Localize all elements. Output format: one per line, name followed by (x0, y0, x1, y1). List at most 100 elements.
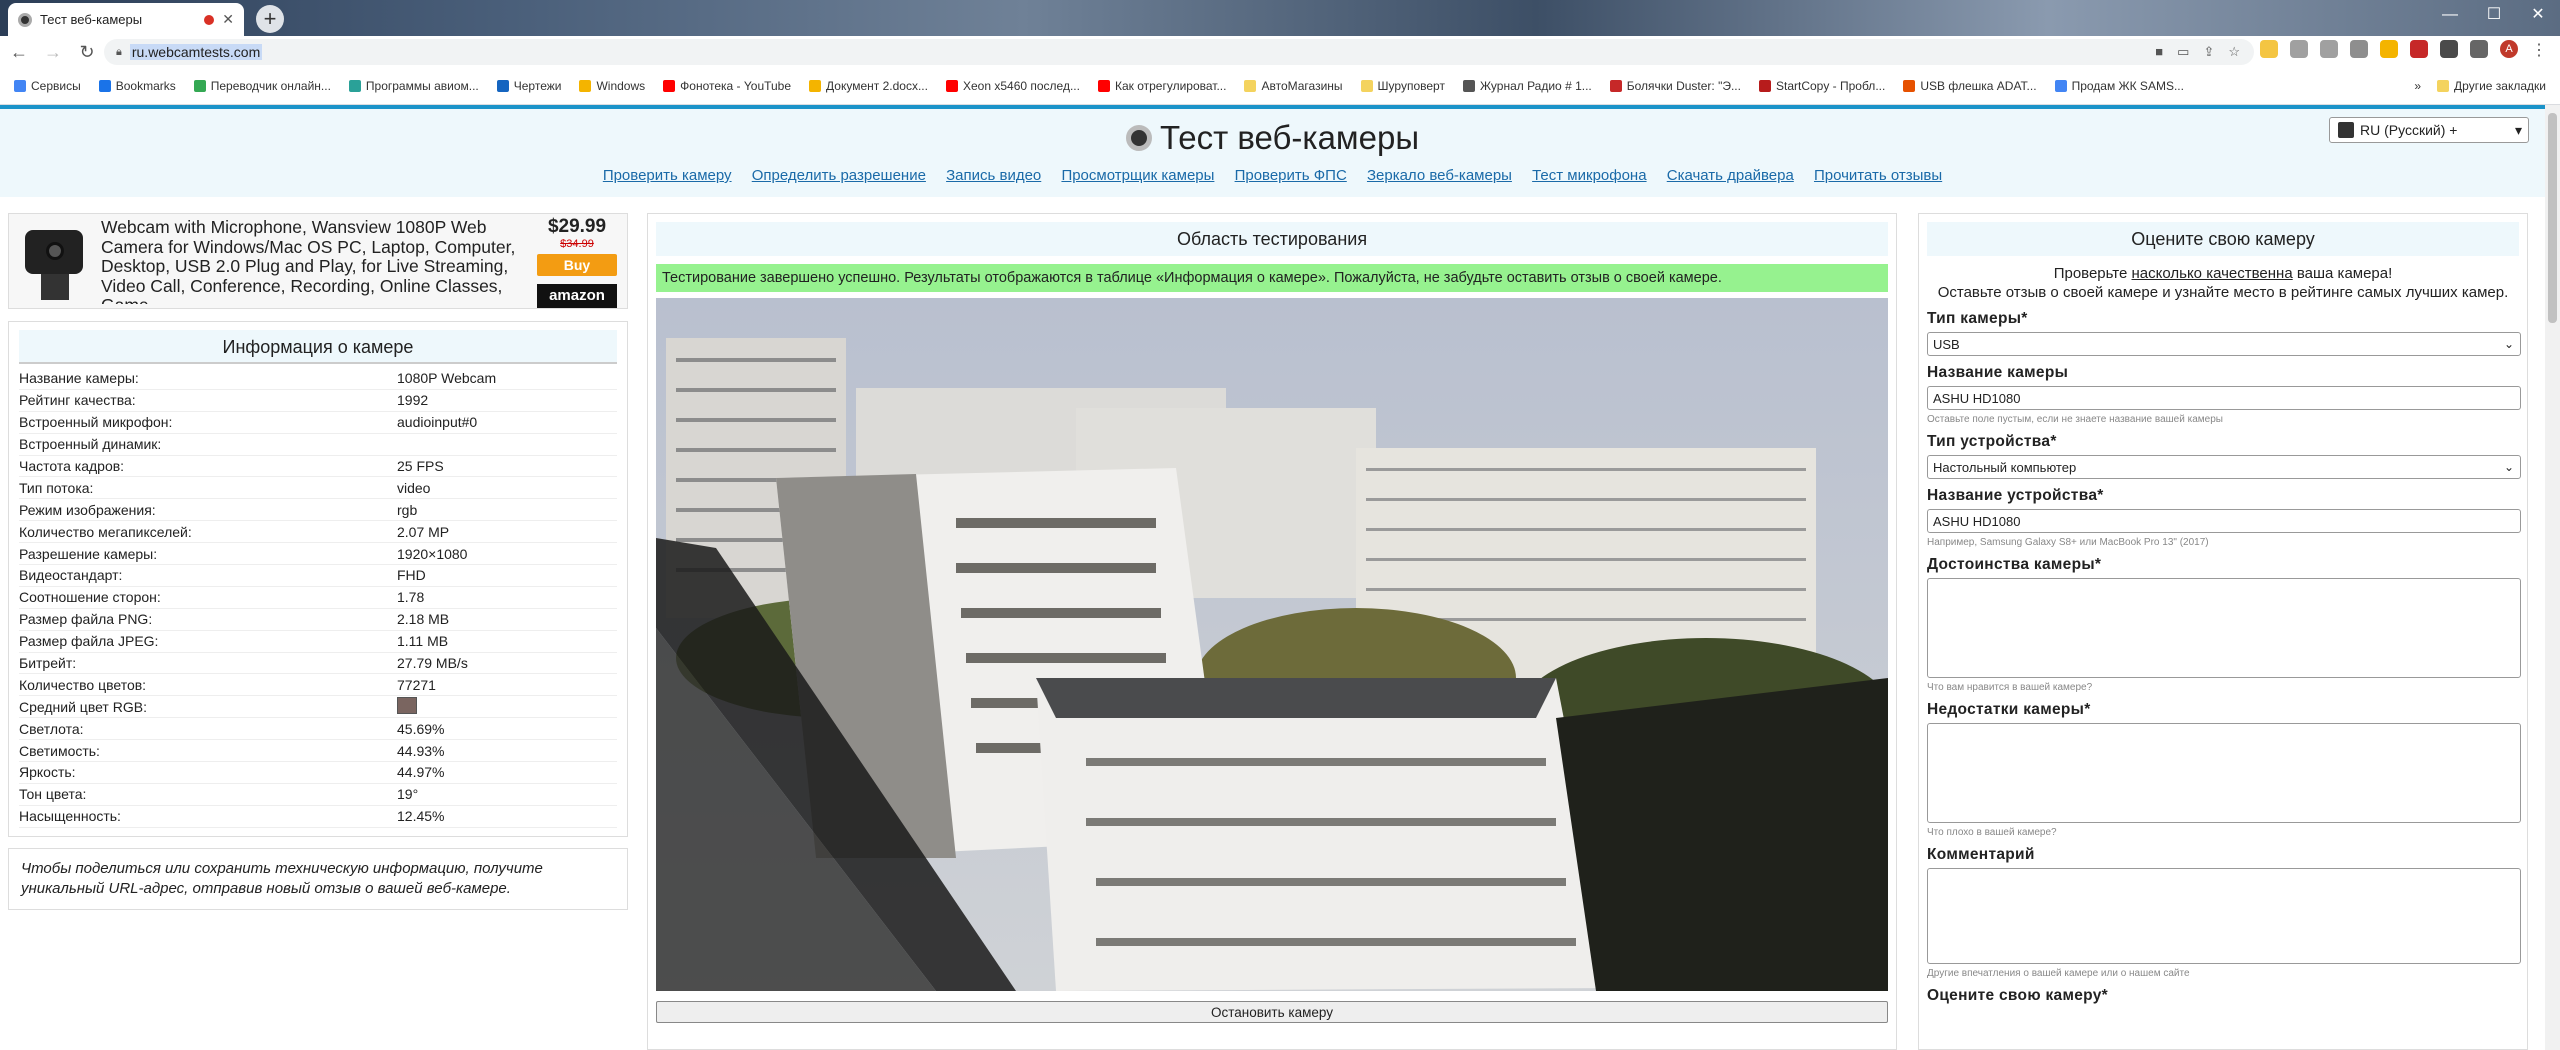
bookmark-item[interactable]: Bookmarks (98, 79, 176, 93)
youtube-icon (663, 80, 676, 92)
device-name-label: Название устройства* (1927, 487, 2104, 504)
bookmark-item[interactable]: Windows (579, 79, 645, 93)
nav-mic-test[interactable]: Тест микрофона (1532, 167, 1646, 184)
stop-camera-button[interactable]: Остановить камеру (656, 1001, 1888, 1023)
nav-webcam-mirror[interactable]: Зеркало веб-камеры (1367, 167, 1512, 184)
camera-info-row: Насыщенность: 12.45% (19, 806, 617, 828)
camera-info-value: 77271 (397, 676, 436, 693)
comment-textarea[interactable] (1927, 868, 2521, 964)
bookmark-item[interactable]: Болячки Duster: "Э... (1609, 79, 1741, 93)
minimize-icon[interactable]: — (2428, 0, 2472, 30)
folder-icon (2437, 80, 2450, 92)
extension-icon-7[interactable] (2440, 40, 2458, 58)
folder-icon (1360, 80, 1373, 92)
other-bookmarks-folder[interactable]: Другие закладки (2437, 79, 2546, 93)
bookmark-item[interactable]: StartCopy - Пробл... (1758, 79, 1885, 93)
folder-icon (1244, 80, 1257, 92)
ad-buy-button[interactable]: Buy (537, 254, 617, 276)
nav-download-drivers[interactable]: Скачать драйвера (1667, 167, 1794, 184)
close-window-icon[interactable]: ✕ (2516, 0, 2560, 30)
camera-info-key: Количество цветов: (19, 676, 147, 693)
nav-detect-resolution[interactable]: Определить разрешение (752, 167, 926, 184)
bookmarks-overflow-button[interactable]: » (2414, 79, 2421, 93)
bookmark-item[interactable]: Фонотека - YouTube (663, 79, 791, 93)
webcam-frame-image (656, 298, 1888, 991)
camera-info-key: Размер файла JPEG: (19, 633, 159, 650)
chevron-down-icon: ⌄ (2503, 460, 2514, 474)
cons-hint: Что плохо в вашей камере? (1927, 827, 2057, 838)
bookmark-item[interactable]: Xeon x5460 послед... (945, 79, 1080, 93)
nav-read-reviews[interactable]: Прочитать отзывы (1814, 167, 1942, 184)
extension-icon-2[interactable] (2290, 40, 2308, 58)
pros-textarea[interactable] (1927, 578, 2521, 678)
camera-info-row: Рейтинг качества: 1992 (19, 390, 617, 412)
nav-record-video[interactable]: Запись видео (946, 167, 1041, 184)
device-name-input[interactable]: ASHU HD1080 (1927, 509, 2521, 533)
bookmark-item[interactable]: Продам ЖК SAMS... (2054, 79, 2184, 93)
bookmark-item[interactable]: АвтоМагазины (1244, 79, 1343, 93)
nav-camera-viewer[interactable]: Просмотрщик камеры (1061, 167, 1214, 184)
camera-type-value: USB (1933, 336, 1960, 352)
camera-info-key: Яркость: (19, 764, 76, 781)
url-text[interactable]: ru.webcamtests.com (129, 44, 263, 60)
camera-info-row: Режим изображения: rgb (19, 499, 617, 522)
reload-icon[interactable]: ↻ (76, 42, 98, 63)
bookmark-item[interactable]: USB флешка ADAT... (1903, 79, 2037, 93)
camera-name-hint: Оставьте поле пустым, если не знаете наз… (1927, 414, 2223, 425)
maximize-icon[interactable]: ☐ (2472, 0, 2516, 30)
bookmark-item[interactable]: Как отрегулироват... (1097, 79, 1226, 93)
camera-info-key: Частота кадров: (19, 458, 125, 474)
bookmark-item[interactable]: Чертежи (496, 79, 561, 93)
nav-check-fps[interactable]: Проверить ФПС (1235, 167, 1347, 184)
address-bar[interactable]: 🔒︎ ru.webcamtests.com ■ ▭ ⇪ ☆ (104, 39, 2254, 65)
amazon-logo[interactable]: amazon (537, 284, 617, 308)
extension-icon-3[interactable] (2320, 40, 2338, 58)
ad-banner[interactable]: Webcam with Microphone, Wansview 1080P W… (8, 213, 628, 309)
extension-icon-5[interactable] (2380, 40, 2398, 58)
bookmarks-right: » Другие закладки (2414, 79, 2546, 93)
share-icon[interactable]: ⇪ (2203, 44, 2214, 60)
review-intro: Проверьте насколько качественна ваша кам… (1927, 264, 2519, 302)
camera-info-value: FHD (397, 567, 426, 584)
extensions-puzzle-icon[interactable] (2470, 40, 2488, 58)
bookmark-star-icon[interactable]: ☆ (2228, 44, 2240, 60)
browser-menu-icon[interactable]: ⋮ (2530, 40, 2548, 59)
bookmark-item[interactable]: Шуруповерт (1360, 79, 1445, 93)
camera-type-select[interactable]: USB ⌄ (1927, 332, 2521, 356)
ad-price: $29.99 (547, 216, 607, 237)
bookmark-item[interactable]: Документ 2.docx... (809, 79, 928, 93)
bookmark-item[interactable]: Сервисы (14, 79, 81, 93)
device-type-select[interactable]: Настольный компьютер ⌄ (1927, 455, 2521, 479)
quality-link[interactable]: насколько качественна (2132, 265, 2293, 282)
new-tab-button[interactable]: + (256, 5, 284, 33)
camera-info-row: Яркость: 44.97% (19, 762, 617, 784)
forward-icon[interactable]: → (42, 42, 64, 63)
scrollbar-thumb[interactable] (2548, 113, 2557, 323)
camera-info-value: 45.69% (397, 720, 445, 737)
profile-avatar[interactable]: A (2500, 40, 2518, 58)
page-scrollbar[interactable] (2545, 105, 2560, 1050)
cons-textarea[interactable] (1927, 723, 2521, 823)
camera-name-input[interactable]: ASHU HD1080 (1927, 386, 2521, 410)
ad-text[interactable]: Webcam with Microphone, Wansview 1080P W… (101, 214, 526, 304)
nav-check-camera[interactable]: Проверить камеру (603, 167, 732, 184)
average-color-swatch (397, 696, 417, 714)
webcam-video[interactable] (656, 298, 1888, 991)
webcam-product-image[interactable] (15, 222, 95, 302)
bookmark-favicon-icon (193, 80, 206, 92)
camera-info-value: video (397, 479, 431, 496)
site-nav: Проверить камеру Определить разрешение З… (0, 167, 2545, 184)
extension-icon-6[interactable] (2410, 40, 2428, 58)
bookmark-item[interactable]: Программы авиом... (348, 79, 479, 93)
bookmark-item[interactable]: Журнал Радио # 1... (1462, 79, 1592, 93)
extension-icon-4[interactable] (2350, 40, 2368, 58)
back-icon[interactable]: ← (8, 42, 30, 63)
tab-close-icon[interactable]: ✕ (222, 11, 234, 28)
extension-icon-1[interactable] (2260, 40, 2278, 58)
browser-tab[interactable]: Тест веб-камеры ✕ (8, 3, 244, 36)
bookmark-favicon-icon (1758, 80, 1771, 92)
language-select[interactable]: RU (Русский) + ▾ (2329, 117, 2529, 143)
cast-icon[interactable]: ▭ (2177, 44, 2189, 60)
camera-permission-icon[interactable]: ■ (2155, 44, 2163, 60)
bookmark-item[interactable]: Переводчик онлайн... (193, 79, 331, 93)
